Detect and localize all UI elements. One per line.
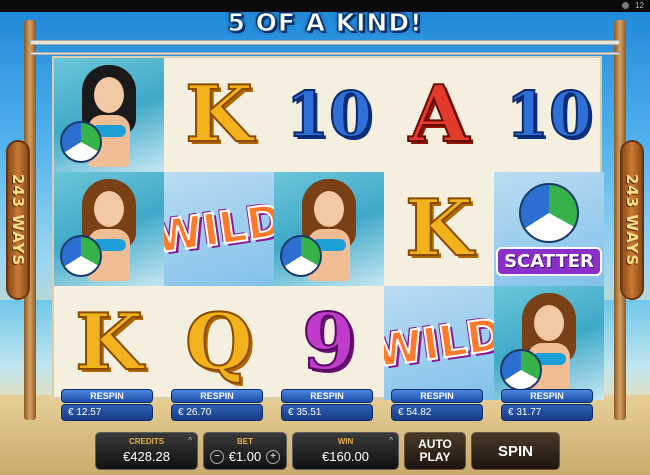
card-symbol: 10 [494, 58, 604, 172]
wild-symbol: WILD [164, 172, 274, 286]
ways-sign-left-text: 243 WAYS [9, 173, 27, 267]
girl-sunglasses-symbol [54, 58, 164, 172]
respin-cost-reel-3: € 35.51 [281, 404, 373, 421]
girl-figure [280, 177, 364, 281]
girl-ball-symbol [494, 286, 604, 400]
wild-label: WILD [164, 194, 274, 265]
scatter-symbol-content: SCATTER [496, 182, 602, 276]
ways-sign-right: 243 WAYS [620, 140, 644, 300]
bet-increase-button[interactable]: + [266, 450, 280, 464]
respin-cost-reel-5: € 31.77 [501, 404, 593, 421]
volleyball-icon [519, 182, 579, 243]
card-symbol-label: K [184, 69, 254, 160]
card-symbol: K [164, 58, 274, 172]
card-symbol-label: 9 [301, 297, 357, 388]
respin-cost-reel-4: € 54.82 [391, 404, 483, 421]
volleyball-icon [60, 121, 102, 163]
respin-cost-reel-2: € 26.70 [171, 404, 263, 421]
reel-2: K WILD Q [164, 58, 274, 401]
control-bar: CREDITS €428.28 ^ BET €1.00 − + WIN €160… [0, 429, 650, 475]
volleyball-icon [280, 235, 322, 277]
bet-label: BET [237, 437, 253, 446]
reel-5: 10 SCATTER [494, 58, 604, 401]
expand-icon: ^ [389, 436, 393, 445]
respin-button-reel-1[interactable]: RESPIN [61, 389, 153, 403]
card-symbol-label: 10 [505, 78, 593, 151]
reel-1: K [54, 58, 164, 401]
autoplay-label-line-2: PLAY [419, 450, 451, 464]
autoplay-button[interactable]: AUTO PLAY [404, 432, 466, 470]
girl-figure [60, 177, 144, 281]
volleyball-icon [500, 349, 542, 391]
spin-label: SPIN [497, 442, 533, 460]
net-lower-rope [30, 52, 620, 55]
scatter-label: SCATTER [496, 246, 602, 276]
win-label: WIN [337, 437, 354, 446]
net-top-rope [30, 40, 620, 45]
win-banner-title: 5 OF A KIND! [227, 8, 423, 38]
card-symbol: Q [164, 286, 274, 400]
reel-4: A K WILD [384, 58, 494, 401]
wild-symbol: WILD [384, 286, 494, 400]
volleyball-icon [60, 235, 102, 277]
ways-sign-right-text: 243 WAYS [623, 173, 641, 267]
bet-decrease-button[interactable]: − [210, 450, 224, 464]
card-symbol-label: Q [184, 297, 254, 388]
spin-button[interactable]: SPIN [471, 432, 560, 470]
reel-grid: K K WILD Q 10 9 A K WILD 10 SCATTER [52, 56, 604, 401]
respin-button-reel-3[interactable]: RESPIN [281, 389, 373, 403]
respin-cost-reel-1: € 12.57 [61, 404, 153, 421]
girl-figure [500, 291, 584, 395]
credits-value: €428.28 [123, 449, 170, 464]
card-symbol: 10 [274, 58, 384, 172]
card-symbol-label: K [74, 297, 144, 388]
girl-figure [60, 63, 144, 167]
expand-icon: ^ [188, 436, 192, 445]
bet-panel: BET €1.00 − + [203, 432, 287, 470]
reel-3: 10 9 [274, 58, 384, 401]
card-symbol: 9 [274, 286, 384, 400]
card-symbol: K [384, 172, 494, 286]
scatter-symbol: SCATTER [494, 172, 604, 286]
respin-button-reel-4[interactable]: RESPIN [391, 389, 483, 403]
respin-button-reel-5[interactable]: RESPIN [501, 389, 593, 403]
girl-ball-symbol [274, 172, 384, 286]
win-value: €160.00 [322, 449, 369, 464]
win-panel[interactable]: WIN €160.00 ^ [292, 432, 399, 470]
girl-ball-symbol [54, 172, 164, 286]
wild-label: WILD [384, 308, 494, 379]
game-stage: 12 5 OF A KIND! 243 WAYS 243 WAYS K K WILD… [0, 0, 650, 475]
credits-label: CREDITS [128, 437, 165, 446]
credits-panel[interactable]: CREDITS €428.28 ^ [95, 432, 198, 470]
ways-sign-left: 243 WAYS [6, 140, 30, 300]
card-symbol: K [54, 286, 164, 400]
card-symbol-label: A [408, 69, 471, 160]
card-symbol-label: K [404, 183, 474, 274]
respin-button-reel-2[interactable]: RESPIN [171, 389, 263, 403]
card-symbol: A [384, 58, 494, 172]
card-symbol-label: 10 [285, 78, 373, 151]
